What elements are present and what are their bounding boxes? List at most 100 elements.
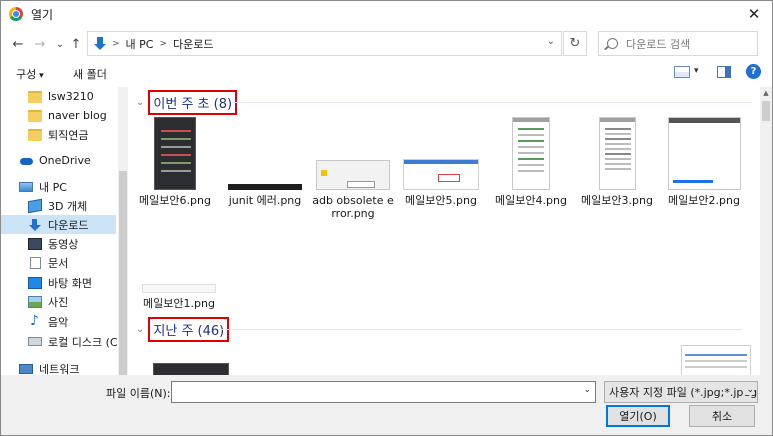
file-name: 메일보안1.png xyxy=(143,297,215,310)
filename-label: 파일 이름(N): xyxy=(106,387,171,400)
navigation-pane: lsw3210 naver blog 퇴직연금 OneDrive 내 PC 3D… xyxy=(1,87,129,375)
sidebar-item-retirement-pension[interactable]: 퇴직연금 xyxy=(1,125,116,144)
close-button[interactable]: ✕ xyxy=(736,1,772,27)
music-icon xyxy=(28,313,42,329)
videos-icon xyxy=(28,237,42,250)
preview-pane-icon[interactable] xyxy=(717,66,731,78)
sidebar-item-label: lsw3210 xyxy=(48,90,94,103)
image-thumbnail xyxy=(316,160,390,190)
pc-icon xyxy=(19,181,33,192)
file-name: 메일보안6.png xyxy=(139,194,211,207)
up-button[interactable]: ↑ xyxy=(67,34,85,54)
file-item[interactable]: 메일보안2.png xyxy=(661,117,747,207)
file-item[interactable] xyxy=(148,363,234,375)
file-open-dialog: 열기 ✕ ← → ⌄ ↑ > 내 PC > 다운로드 ⌄ ↻ 다운로드 검색 구… xyxy=(0,0,773,436)
file-item[interactable]: 메일보안6.png xyxy=(132,117,218,207)
file-item[interactable] xyxy=(673,345,758,375)
content-scrollbar[interactable]: ▲ xyxy=(760,87,772,375)
chevron-down-icon[interactable]: ⌄ xyxy=(547,36,555,47)
disk-icon xyxy=(28,337,42,346)
image-thumbnail xyxy=(512,117,550,190)
breadcrumb-separator-icon: > xyxy=(112,38,120,49)
refresh-button[interactable]: ↻ xyxy=(563,31,587,56)
sidebar-item-naver-blog[interactable]: naver blog xyxy=(1,106,116,125)
chrome-icon xyxy=(9,7,23,21)
image-thumbnail xyxy=(598,117,636,190)
search-box[interactable]: 다운로드 검색 xyxy=(598,31,758,56)
chevron-down-icon[interactable]: ⌄ xyxy=(744,385,754,395)
scrollbar-thumb[interactable] xyxy=(762,101,770,121)
sidebar-item-pictures[interactable]: 사진 xyxy=(1,292,116,311)
image-thumbnail xyxy=(142,284,216,293)
onedrive-icon xyxy=(19,155,33,167)
image-thumbnail xyxy=(228,184,302,190)
sidebar-item-label: naver blog xyxy=(48,109,107,122)
sidebar-item-label: 내 PC xyxy=(39,180,67,194)
sidebar-item-documents[interactable]: 문서 xyxy=(1,253,116,272)
address-bar[interactable]: > 내 PC > 다운로드 ⌄ xyxy=(87,31,562,56)
sidebar-item-3d-objects[interactable]: 3D 개체 xyxy=(1,196,116,215)
filename-input[interactable]: ⌄ xyxy=(171,381,596,403)
chevron-down-icon[interactable]: ⌄ xyxy=(136,97,144,108)
new-folder-button[interactable]: 새 폴더 xyxy=(73,66,107,82)
documents-icon xyxy=(30,256,41,269)
sidebar-item-music[interactable]: 음악 xyxy=(1,312,116,331)
folder-icon xyxy=(28,109,42,122)
sidebar-item-videos[interactable]: 동영상 xyxy=(1,234,116,253)
sidebar-item-label: 사진 xyxy=(48,295,69,309)
file-item[interactable]: 메일보안1.png xyxy=(136,284,222,310)
file-item[interactable]: adb obsolete error.png xyxy=(310,117,396,220)
folder-icon xyxy=(28,90,42,103)
image-thumbnail xyxy=(681,345,751,375)
file-item[interactable]: junit 에러.png xyxy=(222,117,308,207)
open-button[interactable]: 열기(O) xyxy=(606,405,670,427)
sidebar-item-network[interactable]: 네트워크 xyxy=(1,359,116,375)
breadcrumb-my-pc[interactable]: 내 PC xyxy=(126,36,154,52)
scrollbar-thumb[interactable] xyxy=(119,171,127,375)
sidebar-item-local-disk[interactable]: 로컬 디스크 (C:) xyxy=(1,332,126,351)
sidebar-item-label: 3D 개체 xyxy=(48,199,88,213)
search-placeholder: 다운로드 검색 xyxy=(626,37,691,51)
downloads-icon xyxy=(28,218,42,231)
cancel-button[interactable]: 취소 xyxy=(689,405,755,427)
group-header-last-week[interactable]: ⌄ 지난 주 (46) xyxy=(132,316,742,342)
file-item[interactable]: 메일보안3.png xyxy=(574,117,660,207)
sidebar-item-onedrive[interactable]: OneDrive xyxy=(1,151,116,170)
group-title: 지난 주 (46) xyxy=(148,316,230,342)
file-name: 메일보안2.png xyxy=(668,194,740,207)
file-list: ⌄ 이번 주 초 (8) 메일보안6.png junit 에러.png adb … xyxy=(132,87,758,375)
breadcrumb-downloads[interactable]: 다운로드 xyxy=(173,36,213,52)
group-header-this-week[interactable]: ⌄ 이번 주 초 (8) xyxy=(132,89,752,115)
chevron-down-icon[interactable]: ⌄ xyxy=(583,385,591,395)
network-icon xyxy=(19,363,33,374)
view-options-icon[interactable] xyxy=(674,66,690,78)
chevron-down-icon[interactable]: ⌄ xyxy=(136,324,144,335)
3d-objects-icon xyxy=(28,198,42,213)
title-bar: 열기 ✕ xyxy=(1,1,772,27)
file-name: 메일보안4.png xyxy=(495,194,567,207)
file-name: 메일보안5.png xyxy=(405,194,477,207)
sidebar-item-lsw3210[interactable]: lsw3210 xyxy=(1,87,116,106)
chevron-down-icon[interactable]: ▾ xyxy=(694,66,699,76)
sidebar-scrollbar[interactable] xyxy=(118,87,128,375)
sidebar-item-label: 로컬 디스크 (C:) xyxy=(48,335,126,349)
image-thumbnail xyxy=(153,363,229,375)
folder-icon xyxy=(28,128,42,141)
organize-button[interactable]: 구성 xyxy=(16,66,44,82)
help-button[interactable]: ? xyxy=(746,64,761,79)
sidebar-item-label: 음악 xyxy=(48,315,69,329)
sidebar-item-my-pc[interactable]: 내 PC xyxy=(1,177,116,196)
file-item[interactable]: 메일보안4.png xyxy=(488,117,574,207)
forward-button[interactable]: → xyxy=(31,34,49,54)
file-type-select[interactable]: 사용자 지정 파일 (*.jpg;*.jpeg;* ⌄ xyxy=(604,381,758,403)
sidebar-item-label: 문서 xyxy=(48,256,69,270)
sidebar-item-label: 바탕 화면 xyxy=(48,276,92,290)
navigation-bar: ← → ⌄ ↑ > 내 PC > 다운로드 ⌄ ↻ 다운로드 검색 xyxy=(1,31,772,57)
breadcrumb-separator-icon: > xyxy=(159,38,168,49)
sidebar-item-downloads[interactable]: 다운로드 xyxy=(1,215,116,234)
sidebar-item-desktop[interactable]: 바탕 화면 xyxy=(1,273,116,292)
back-button[interactable]: ← xyxy=(9,34,27,54)
downloads-icon xyxy=(94,36,106,51)
file-item[interactable]: 메일보안5.png xyxy=(398,117,484,207)
scroll-up-icon[interactable]: ▲ xyxy=(760,87,772,99)
